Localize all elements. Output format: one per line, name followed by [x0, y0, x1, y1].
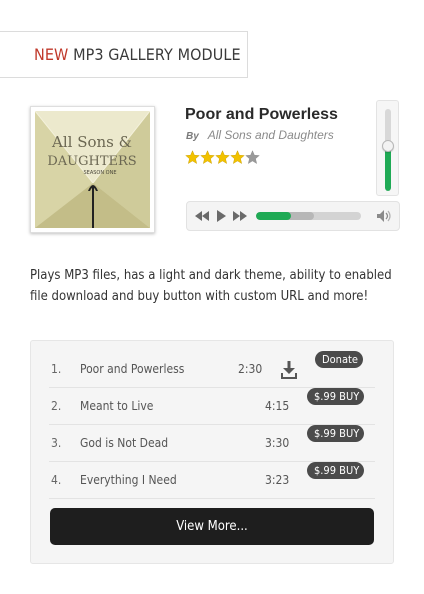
buy-button[interactable]: $.99 BUY	[307, 462, 364, 479]
album-art-line3: SEASON ONE	[83, 170, 116, 176]
play-icon[interactable]	[216, 210, 226, 222]
section-title-text: MP3 GALLERY MODULE	[73, 45, 241, 64]
playlist-row[interactable]: 1. Poor and Powerless 2:30 Donate	[49, 351, 375, 388]
volume-slider[interactable]	[376, 100, 399, 196]
track-duration: 3:30	[265, 436, 290, 450]
now-playing-artist-line: By All Sons and Daughters	[186, 128, 334, 142]
track-title[interactable]: Everything I Need	[80, 462, 177, 499]
track-title[interactable]: God is Not Dead	[80, 425, 168, 462]
playlist-row[interactable]: 3. God is Not Dead 3:30 $.99 BUY	[49, 425, 375, 462]
now-playing-title: Poor and Powerless	[185, 106, 338, 123]
volume-level	[385, 145, 391, 191]
volume-knob[interactable]	[382, 139, 394, 152]
album-art-line2: DAUGHTERS	[47, 154, 136, 169]
rewind-icon[interactable]	[195, 210, 209, 222]
by-label: By	[186, 131, 199, 142]
track-title[interactable]: Poor and Powerless	[80, 351, 184, 388]
star-icon[interactable]	[185, 150, 200, 165]
track-number: 2.	[51, 399, 62, 413]
track-duration: 3:23	[265, 473, 290, 487]
progress-bar[interactable]	[256, 212, 361, 220]
track-title[interactable]: Meant to Live	[80, 388, 153, 425]
section-title-accent: NEW	[34, 45, 69, 64]
playlist-row[interactable]: 4. Everything I Need 3:23 $.99 BUY	[49, 462, 375, 499]
buy-button[interactable]: $.99 BUY	[307, 388, 364, 405]
track-number: 1.	[51, 362, 62, 376]
volume-icon[interactable]	[377, 210, 392, 222]
star-icon[interactable]	[245, 150, 260, 165]
album-art-image: All Sons & DAUGHTERS SEASON ONE	[35, 111, 150, 228]
star-icon[interactable]	[215, 150, 230, 165]
now-playing-artist: All Sons and Daughters	[207, 128, 334, 142]
track-duration: 4:15	[265, 399, 290, 413]
buy-button[interactable]: $.99 BUY	[307, 425, 364, 442]
fast-forward-icon[interactable]	[233, 210, 247, 222]
player-controls	[186, 201, 400, 231]
album-art-line1: All Sons &	[51, 133, 132, 151]
track-number: 4.	[51, 473, 62, 487]
progress-played	[256, 212, 291, 220]
playlist: 1. Poor and Powerless 2:30 Donate 2. Mea…	[30, 340, 394, 564]
album-cover: All Sons & DAUGHTERS SEASON ONE	[30, 106, 155, 233]
view-more-button[interactable]: View More...	[50, 508, 374, 545]
track-duration: 2:30	[238, 362, 263, 376]
module-description: Plays MP3 files, has a light and dark th…	[30, 268, 392, 304]
star-icon[interactable]	[230, 150, 245, 165]
track-number: 3.	[51, 436, 62, 450]
donate-button[interactable]: Donate	[315, 351, 363, 368]
section-title: NEW MP3 GALLERY MODULE	[0, 31, 248, 78]
download-icon[interactable]	[281, 361, 297, 379]
playlist-row[interactable]: 2. Meant to Live 4:15 $.99 BUY	[49, 388, 375, 425]
star-icon[interactable]	[200, 150, 215, 165]
rating-stars[interactable]	[185, 150, 260, 165]
